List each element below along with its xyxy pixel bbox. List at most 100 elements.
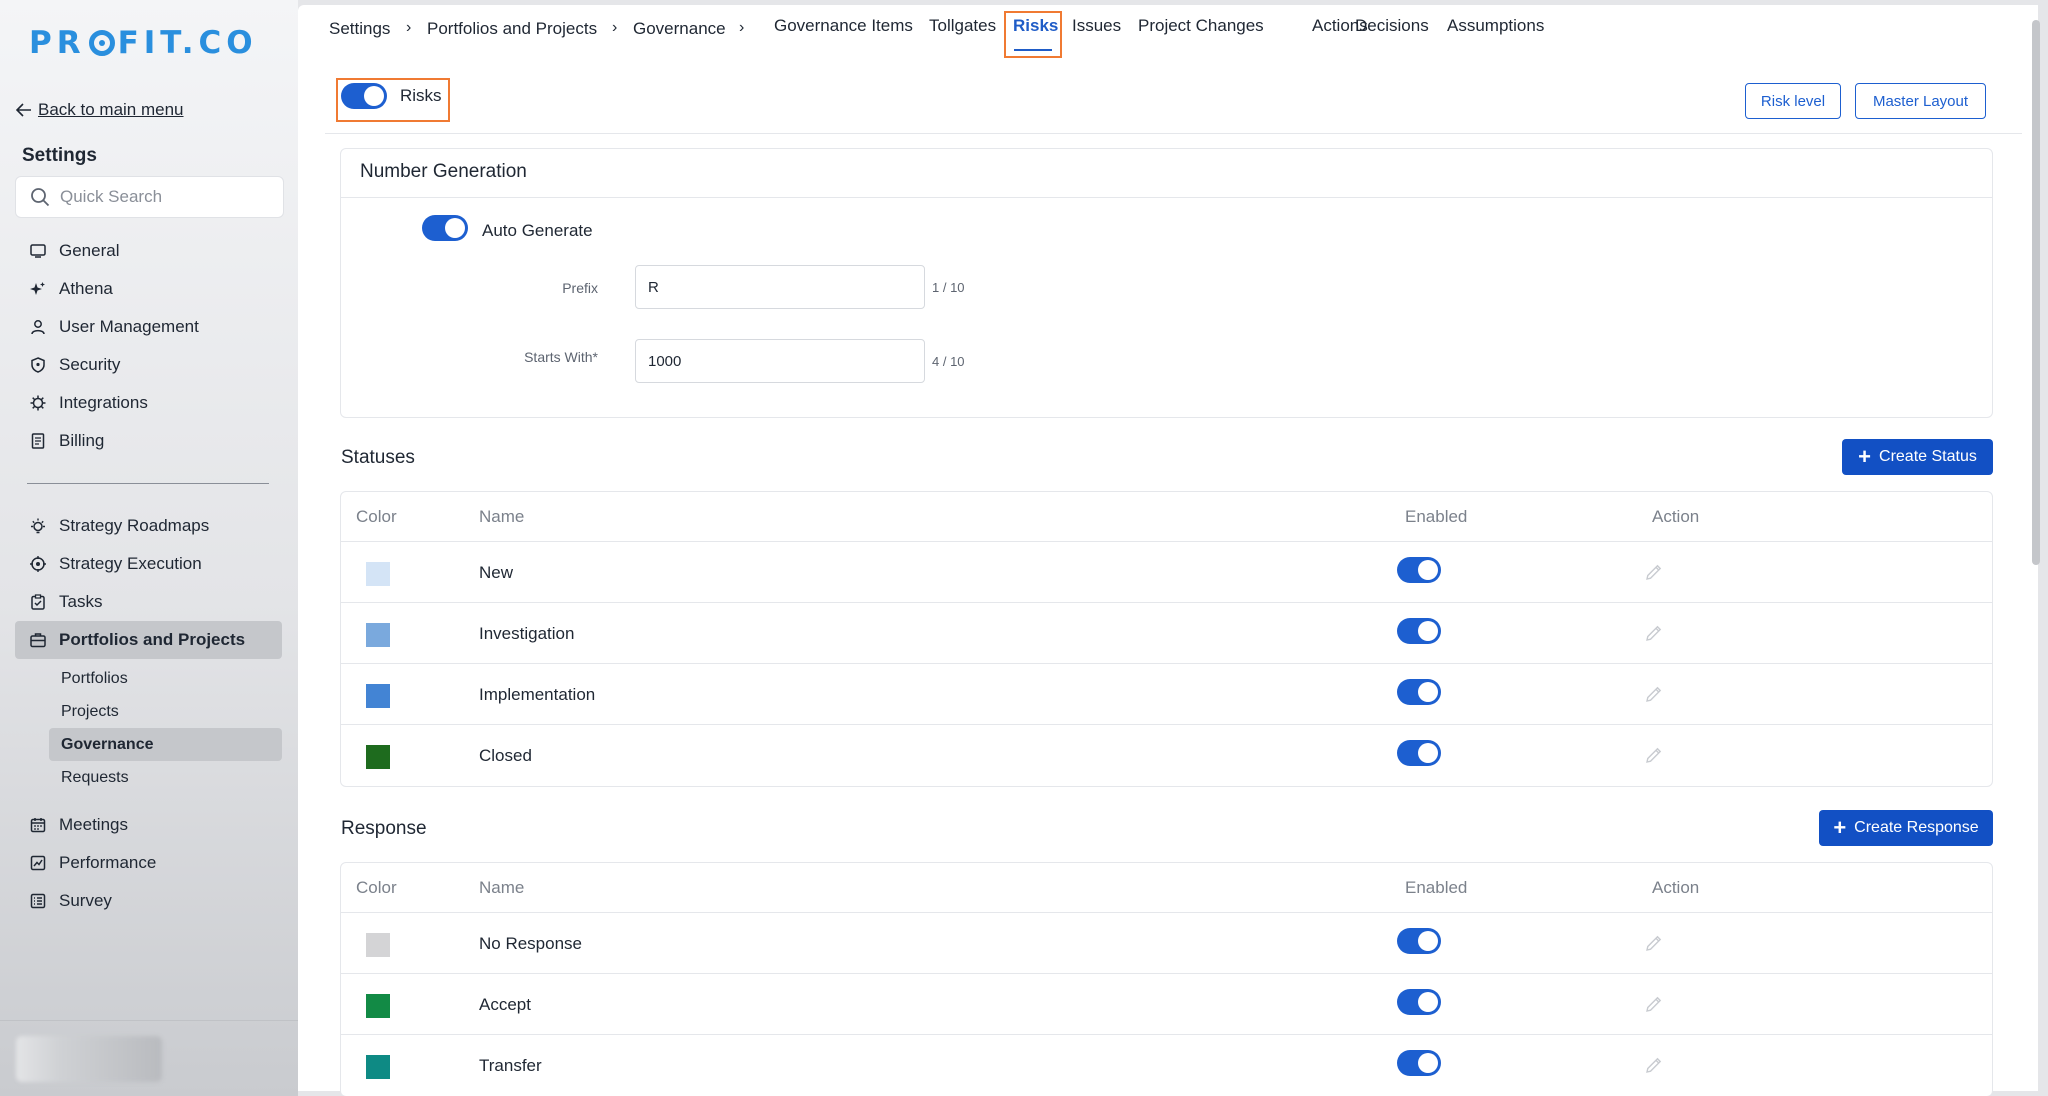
breadcrumb-portfolios-and-projects[interactable]: Portfolios and Projects: [427, 19, 597, 39]
create-response-button[interactable]: + Create Response: [1819, 810, 1993, 846]
sidebar-title: Settings: [22, 145, 97, 166]
column-header-enabled: Enabled: [1405, 507, 1468, 526]
sidebar-item-strategy-roadmaps[interactable]: Strategy Roadmaps: [15, 507, 282, 545]
breadcrumb-governance[interactable]: Governance: [633, 19, 726, 39]
shield-icon: [29, 356, 47, 374]
tab-decisions[interactable]: Decisions: [1355, 16, 1429, 36]
sidebar-item-billing[interactable]: Billing: [15, 422, 282, 460]
response-row: Transfer: [341, 1035, 1992, 1096]
sidebar-item-label: Billing: [59, 431, 105, 450]
status-name: Closed: [479, 746, 532, 765]
sidebar-divider: [27, 483, 269, 484]
status-enabled-toggle[interactable]: [1397, 618, 1441, 644]
status-enabled-toggle[interactable]: [1397, 557, 1441, 583]
sidebar-subitem-projects[interactable]: Projects: [49, 695, 282, 728]
response-row: No Response: [341, 913, 1992, 974]
breadcrumb-separator-icon: ›: [739, 19, 745, 36]
sidebar-subitem-governance[interactable]: Governance: [49, 728, 282, 761]
pencil-icon[interactable]: [1644, 623, 1664, 643]
target-icon: [29, 555, 47, 573]
sidebar-item-security[interactable]: Security: [15, 346, 282, 384]
sidebar-item-label: Tasks: [59, 592, 103, 611]
master-layout-button[interactable]: Master Layout: [1855, 83, 1986, 119]
monitor-icon: [29, 242, 47, 260]
settings-nav-group: General Athena User Management Security …: [15, 232, 282, 460]
sidebar-item-label: Integrations: [59, 393, 148, 412]
sidebar-item-strategy-execution[interactable]: Strategy Execution: [15, 545, 282, 583]
response-enabled-toggle[interactable]: [1397, 928, 1441, 954]
sidebar-item-integrations[interactable]: Integrations: [15, 384, 282, 422]
pencil-icon[interactable]: [1644, 933, 1664, 953]
survey-icon: [29, 892, 47, 910]
modules-nav-group: Strategy Roadmaps Strategy Execution Tas…: [15, 507, 282, 794]
quick-search[interactable]: [15, 176, 284, 218]
auto-generate-label: Auto Generate: [482, 221, 593, 240]
prefix-input[interactable]: R: [635, 265, 925, 309]
user-profile-avatar[interactable]: [16, 1036, 162, 1082]
breadcrumb-settings[interactable]: Settings: [329, 19, 390, 39]
tab-assumptions[interactable]: Assumptions: [1447, 16, 1544, 36]
number-generation-title: Number Generation: [360, 161, 527, 182]
sidebar-subitem-requests[interactable]: Requests: [49, 761, 282, 794]
status-enabled-toggle[interactable]: [1397, 740, 1441, 766]
sidebar-subitem-portfolios[interactable]: Portfolios: [49, 662, 282, 695]
tab-governance-items[interactable]: Governance Items: [774, 16, 913, 36]
prefix-label: Prefix: [562, 280, 598, 296]
lightbulb-icon: [29, 517, 47, 535]
create-status-button[interactable]: + Create Status: [1842, 439, 1993, 475]
sidebar-item-label: User Management: [59, 317, 199, 336]
sidebar-item-label: Strategy Roadmaps: [59, 516, 210, 535]
status-enabled-toggle[interactable]: [1397, 679, 1441, 705]
response-enabled-toggle[interactable]: [1397, 1050, 1441, 1076]
sidebar-item-label: Portfolios and Projects: [59, 630, 246, 649]
profitco-logo[interactable]: PR FIT.CO: [29, 25, 258, 61]
sidebar-item-performance[interactable]: Performance: [15, 844, 282, 882]
sidebar-item-general[interactable]: General: [15, 232, 282, 270]
sidebar-item-tasks[interactable]: Tasks: [15, 583, 282, 621]
logo-target-icon: [88, 30, 115, 56]
sidebar-item-survey[interactable]: Survey: [15, 882, 282, 920]
response-enabled-toggle[interactable]: [1397, 989, 1441, 1015]
statuses-section-title: Statuses: [341, 447, 415, 468]
tab-project-changes[interactable]: Project Changes: [1138, 16, 1264, 36]
back-to-main-menu-link[interactable]: Back to main menu: [16, 100, 184, 120]
pencil-icon[interactable]: [1644, 745, 1664, 765]
sidebar-item-meetings[interactable]: Meetings: [15, 806, 282, 844]
breadcrumb-separator-icon: ›: [406, 19, 412, 36]
column-header-color: Color: [356, 507, 397, 526]
pencil-icon[interactable]: [1644, 1055, 1664, 1075]
other-nav-group: Meetings Performance Survey: [15, 806, 282, 920]
status-row: New: [341, 542, 1992, 603]
tab-tollgates[interactable]: Tollgates: [929, 16, 996, 36]
quick-search-input[interactable]: [60, 187, 270, 207]
sidebar-footer-divider: [0, 1020, 298, 1021]
sidebar-item-user-management[interactable]: User Management: [15, 308, 282, 346]
pencil-icon[interactable]: [1644, 994, 1664, 1014]
sidebar-item-portfolios-and-projects[interactable]: Portfolios and Projects: [15, 621, 282, 659]
clipboard-check-icon: [29, 593, 47, 611]
sidebar: PR FIT.CO Back to main menu Settings Gene…: [0, 0, 298, 1096]
tab-risks[interactable]: Risks: [1013, 16, 1058, 36]
risk-level-button[interactable]: Risk level: [1745, 83, 1841, 119]
create-response-label: Create Response: [1854, 819, 1979, 836]
starts-with-input[interactable]: 1000: [635, 339, 925, 383]
risks-enabled-toggle[interactable]: [341, 83, 387, 109]
sidebar-item-athena[interactable]: Athena: [15, 270, 282, 308]
response-table-header: Color Name Enabled Action: [341, 863, 1992, 913]
status-row: Closed: [341, 725, 1992, 786]
sparkle-icon: [29, 280, 47, 298]
vertical-scrollbar[interactable]: [2032, 20, 2040, 565]
chart-icon: [29, 854, 47, 872]
sidebar-item-label: Survey: [59, 891, 112, 910]
breadcrumb-separator-icon: ›: [612, 19, 618, 36]
tab-issues[interactable]: Issues: [1072, 16, 1121, 36]
pencil-icon[interactable]: [1644, 562, 1664, 582]
gear-icon: [29, 394, 47, 412]
auto-generate-toggle[interactable]: [422, 215, 468, 241]
logo-text-suffix: FIT.CO: [117, 25, 258, 61]
prefix-char-counter: 1 / 10: [932, 280, 965, 295]
main-content: Settings › Portfolios and Projects › Gov…: [298, 5, 2038, 1096]
status-row: Implementation: [341, 664, 1992, 725]
response-color-swatch: [366, 1055, 390, 1079]
pencil-icon[interactable]: [1644, 684, 1664, 704]
